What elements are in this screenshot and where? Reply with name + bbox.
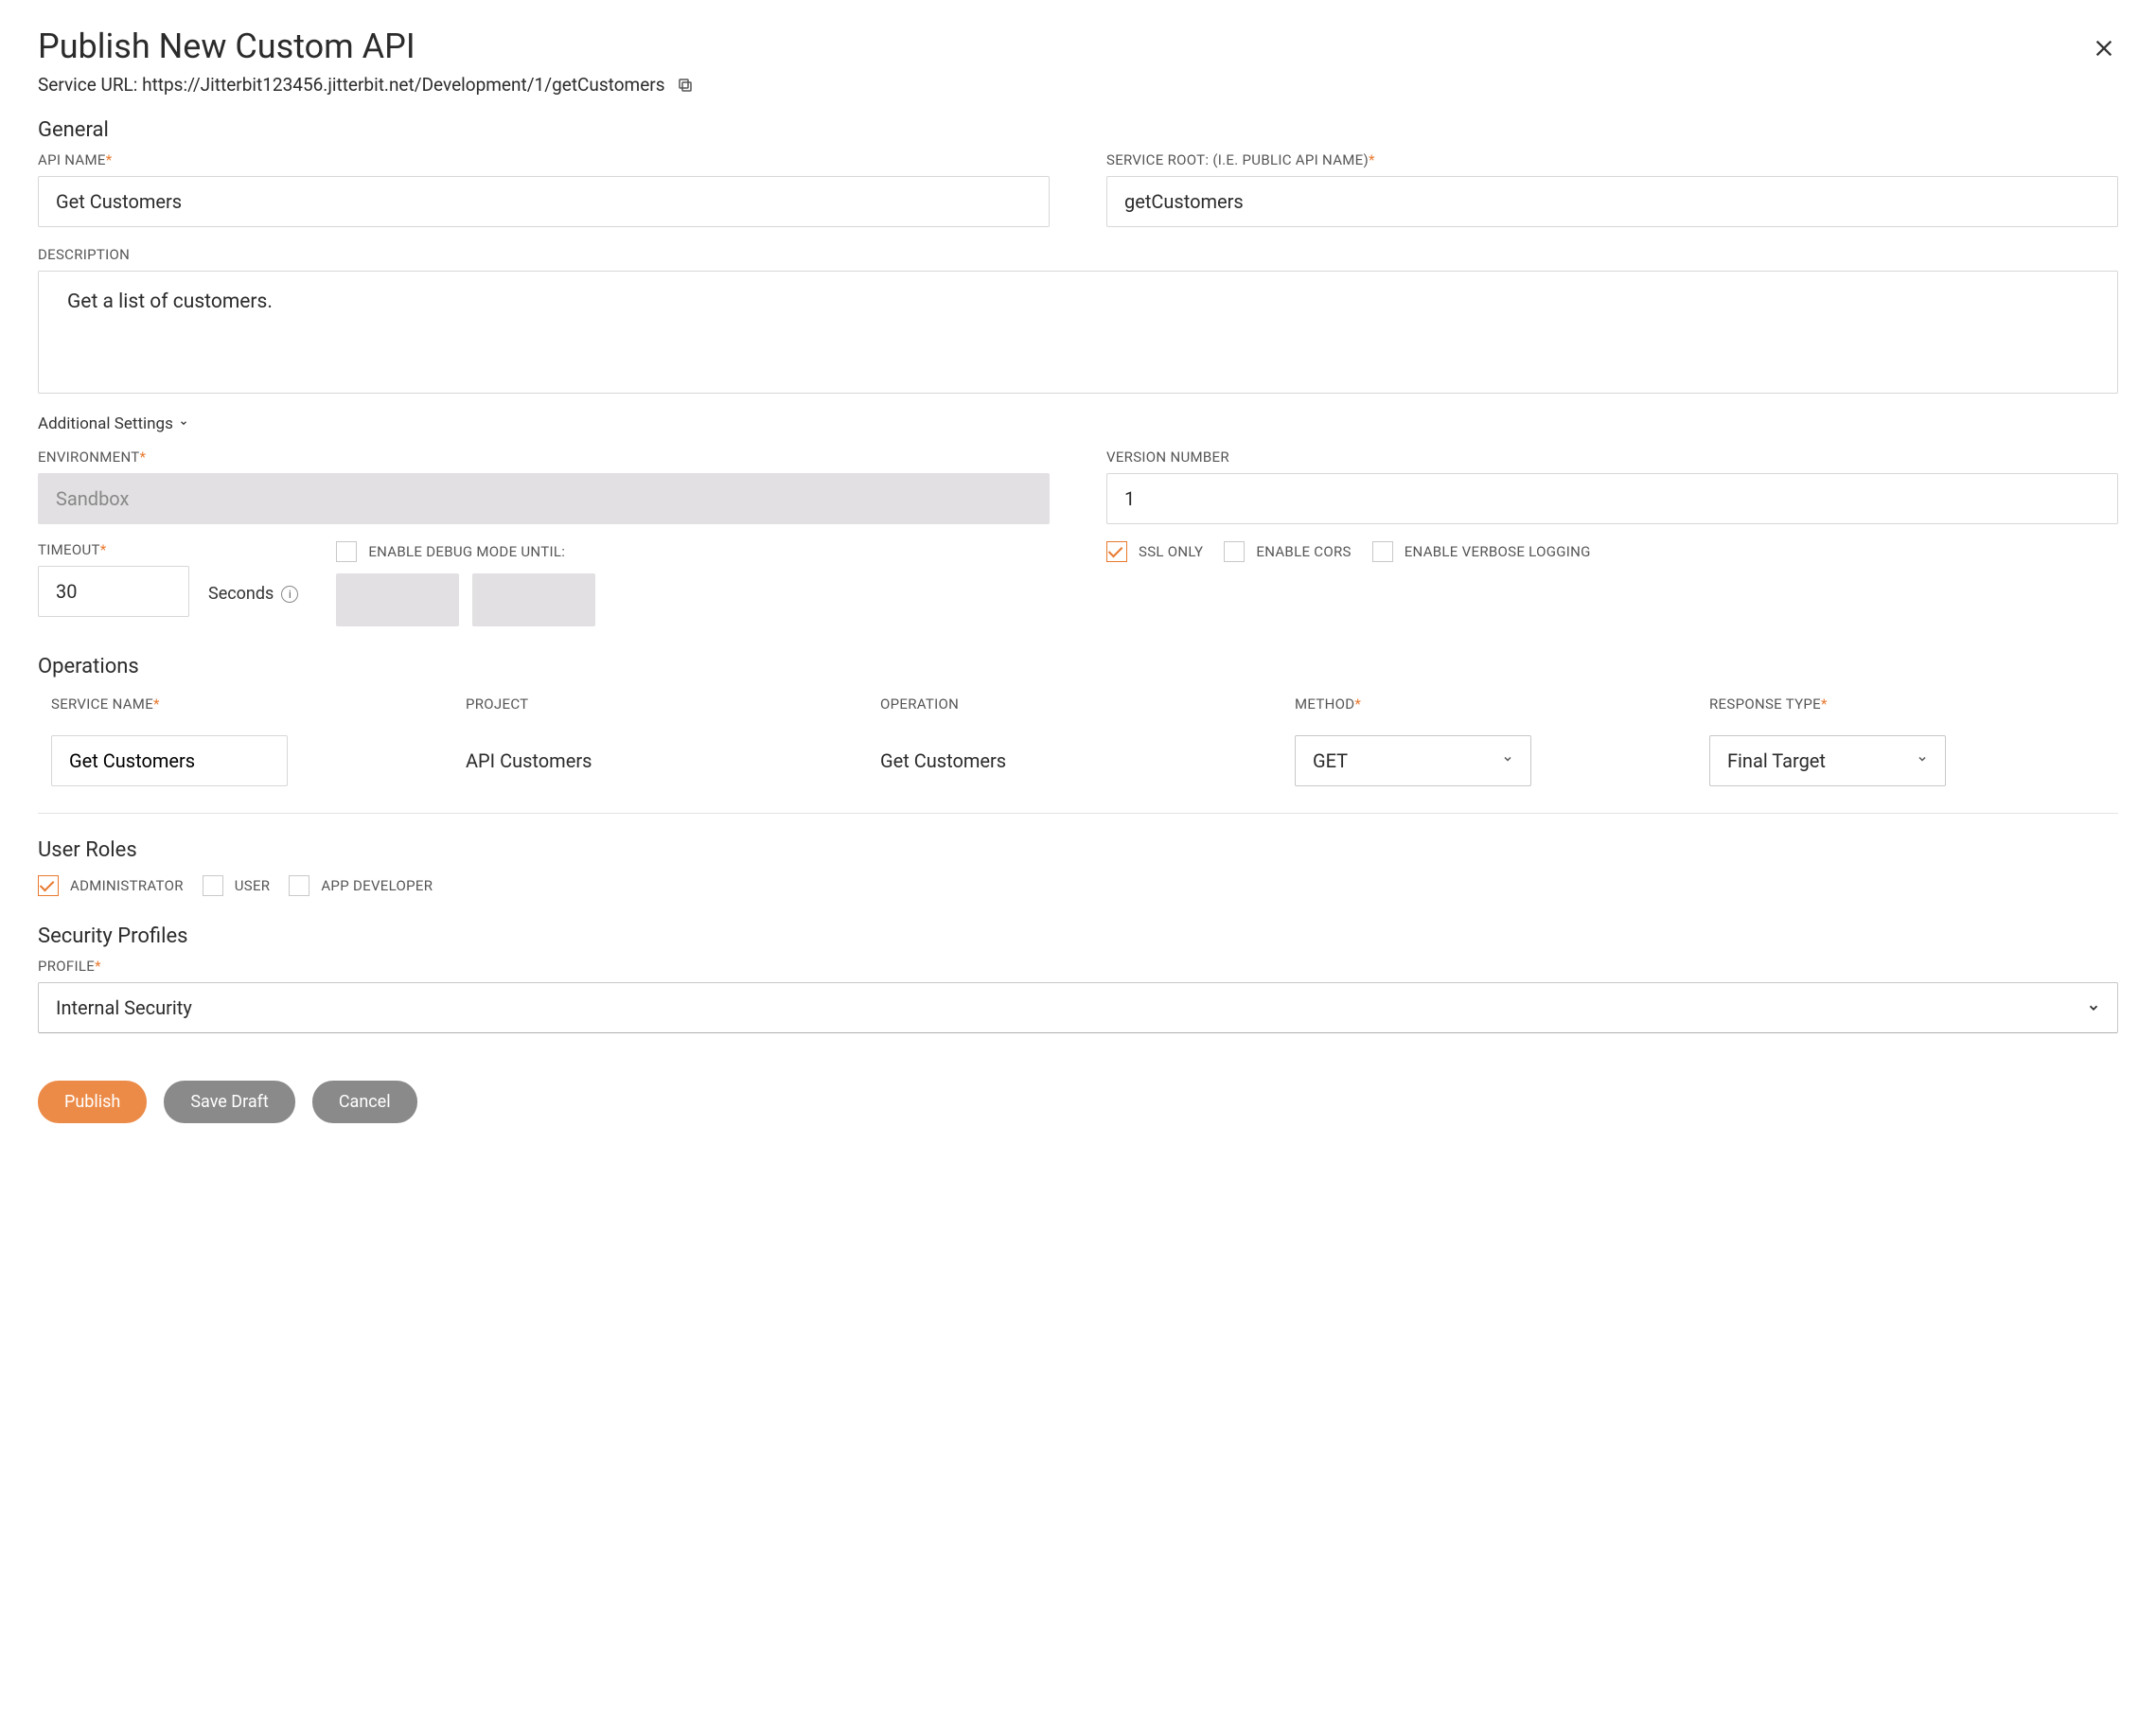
seconds-label: Seconds xyxy=(208,584,274,604)
admin-label: ADMINISTRATOR xyxy=(70,877,184,894)
verbose-checkbox[interactable] xyxy=(1372,541,1393,562)
operations-heading: Operations xyxy=(38,655,2118,678)
ssl-checkbox[interactable] xyxy=(1106,541,1127,562)
debug-date-2[interactable] xyxy=(472,573,595,626)
service-root-input[interactable] xyxy=(1106,176,2118,227)
description-input[interactable]: Get a list of customers. xyxy=(38,271,2118,394)
appdev-checkbox[interactable] xyxy=(289,875,309,896)
profile-value: Internal Security xyxy=(56,996,192,1019)
verbose-label: ENABLE VERBOSE LOGGING xyxy=(1405,543,1591,560)
environment-input xyxy=(38,473,1050,524)
op-project-value: API Customers xyxy=(466,749,861,772)
service-url: Service URL: https://Jitterbit123456.jit… xyxy=(38,74,665,96)
chevron-down-icon xyxy=(2087,996,2100,1019)
cors-label: ENABLE CORS xyxy=(1256,543,1351,560)
user-label: USER xyxy=(235,877,271,894)
profile-select[interactable]: Internal Security xyxy=(38,982,2118,1033)
op-method-select[interactable]: GET xyxy=(1295,735,1531,786)
api-name-label: API NAME* xyxy=(38,151,1050,168)
table-row: API Customers Get Customers GET Final Ta… xyxy=(38,735,2118,786)
chevron-down-icon xyxy=(179,416,188,431)
op-response-type-value: Final Target xyxy=(1727,749,1826,772)
info-icon[interactable]: i xyxy=(281,586,298,603)
op-response-type-select[interactable]: Final Target xyxy=(1709,735,1946,786)
user-roles-heading: User Roles xyxy=(38,838,2118,862)
copy-icon[interactable] xyxy=(677,77,694,94)
admin-checkbox[interactable] xyxy=(38,875,59,896)
close-icon[interactable] xyxy=(2090,32,2118,68)
debug-label: ENABLE DEBUG MODE UNTIL: xyxy=(368,543,565,560)
chevron-down-icon xyxy=(1502,753,1513,768)
debug-date-1[interactable] xyxy=(336,573,459,626)
col-operation: OPERATION xyxy=(880,695,1276,713)
col-project: PROJECT xyxy=(466,695,861,713)
additional-settings-toggle[interactable]: Additional Settings xyxy=(38,414,2118,433)
environment-label: ENVIRONMENT* xyxy=(38,449,1050,466)
cors-checkbox[interactable] xyxy=(1224,541,1245,562)
publish-button[interactable]: Publish xyxy=(38,1081,147,1123)
op-method-value: GET xyxy=(1313,749,1348,772)
timeout-input[interactable] xyxy=(38,566,189,617)
version-input[interactable] xyxy=(1106,473,2118,524)
service-url-value: https://Jitterbit123456.jitterbit.net/De… xyxy=(142,74,664,96)
col-service-name: SERVICE NAME* xyxy=(51,695,447,713)
timeout-label: TIMEOUT* xyxy=(38,541,298,558)
service-url-label: Service URL: xyxy=(38,74,142,96)
profile-label: PROFILE* xyxy=(38,958,2118,975)
appdev-label: APP DEVELOPER xyxy=(321,877,433,894)
api-name-input[interactable] xyxy=(38,176,1050,227)
version-label: VERSION NUMBER xyxy=(1106,449,2118,466)
user-checkbox[interactable] xyxy=(203,875,223,896)
cancel-button[interactable]: Cancel xyxy=(312,1081,417,1123)
save-draft-button[interactable]: Save Draft xyxy=(164,1081,294,1123)
security-heading: Security Profiles xyxy=(38,924,2118,948)
op-operation-value: Get Customers xyxy=(880,749,1276,772)
chevron-down-icon xyxy=(1917,753,1928,768)
service-root-label: SERVICE ROOT: (I.E. PUBLIC API NAME)* xyxy=(1106,151,2118,168)
description-label: DESCRIPTION xyxy=(38,246,2118,263)
col-response-type: RESPONSE TYPE* xyxy=(1709,695,2105,713)
ssl-label: SSL ONLY xyxy=(1139,543,1203,560)
additional-settings-label: Additional Settings xyxy=(38,414,173,433)
col-method: METHOD* xyxy=(1295,695,1690,713)
op-service-name-input[interactable] xyxy=(51,735,288,786)
page-title: Publish New Custom API xyxy=(38,26,694,66)
debug-checkbox[interactable] xyxy=(336,541,357,562)
general-heading: General xyxy=(38,118,2118,142)
